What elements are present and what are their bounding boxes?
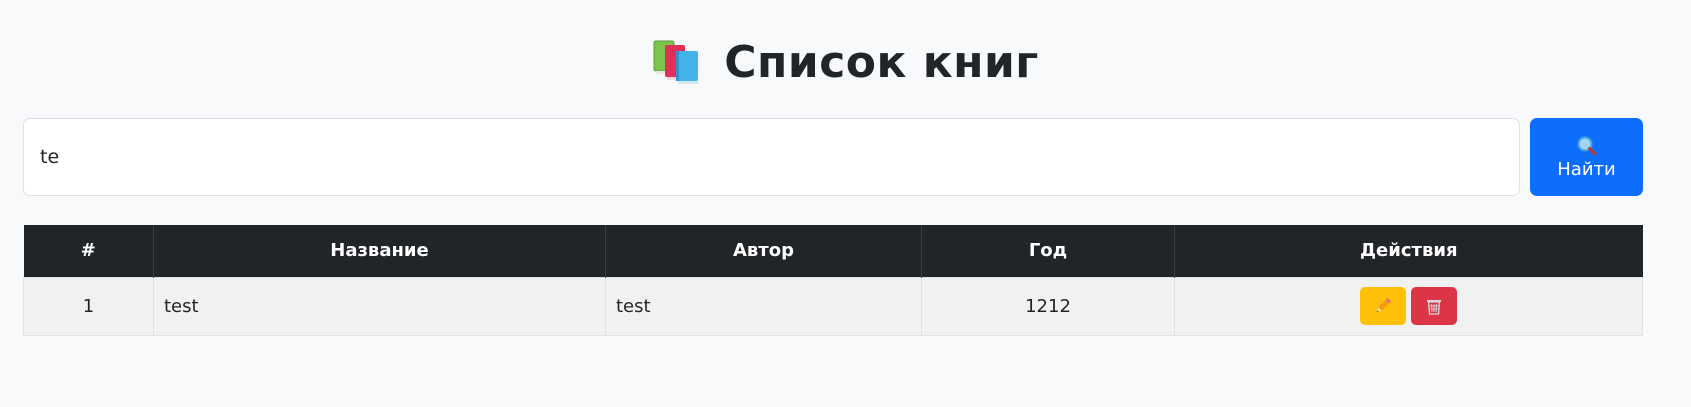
cell-actions [1174, 276, 1643, 336]
magnifier-icon [1577, 136, 1596, 155]
row-actions [1360, 287, 1457, 325]
books-icon [653, 40, 699, 84]
search-button[interactable]: Найти [1530, 118, 1643, 196]
column-header-year: Год [921, 225, 1175, 277]
search-bar: Найти [23, 118, 1643, 196]
trash-icon [1427, 300, 1441, 315]
column-header-author: Автор [605, 225, 922, 277]
page: Список книг Найти # Название Автор Год Д… [0, 0, 1691, 407]
search-input[interactable] [23, 118, 1520, 196]
table-header-row: # Название Автор Год Действия [23, 225, 1643, 277]
cell-number: 1 [23, 276, 154, 336]
edit-button[interactable] [1360, 287, 1406, 325]
table-row: 1 test test 1212 [23, 276, 1643, 336]
column-header-title: Название [153, 225, 606, 277]
delete-button[interactable] [1411, 287, 1457, 325]
cell-title: test [153, 276, 606, 336]
cell-year: 1212 [921, 276, 1175, 336]
column-header-number: # [23, 225, 154, 277]
search-button-label: Найти [1557, 158, 1616, 180]
column-header-actions: Действия [1174, 225, 1643, 277]
cell-author: test [605, 276, 922, 336]
page-title: Список книг [724, 36, 1039, 88]
books-table: # Название Автор Год Действия 1 test tes… [23, 225, 1643, 336]
pencil-icon [1376, 297, 1392, 313]
page-header: Список книг [0, 34, 1691, 90]
